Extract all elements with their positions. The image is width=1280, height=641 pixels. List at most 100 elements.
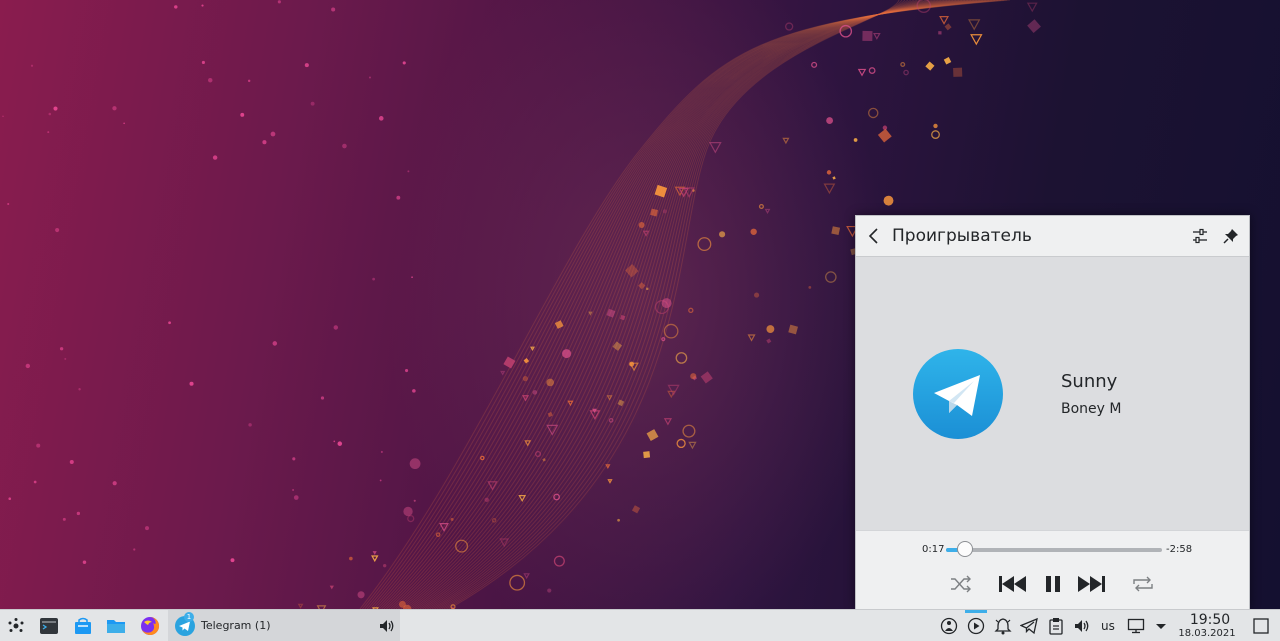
wallpaper-particle [638,222,645,229]
show-desktop-icon[interactable] [1252,617,1270,635]
wallpaper-sparkle [230,558,235,563]
wallpaper-particle [811,61,818,68]
wallpaper-particle [700,371,713,384]
wallpaper-particle [900,61,906,67]
wallpaper-particle [782,137,790,145]
wallpaper-particle [663,418,673,426]
wallpaper-particle [675,352,688,364]
wallpaper-sparkle [7,202,10,206]
wallpaper-particle [968,19,981,31]
wallpaper-particle [766,325,775,334]
wallpaper-particle [688,441,697,450]
clipboard-icon[interactable] [1047,617,1065,635]
wallpaper-particle [823,183,836,195]
wallpaper-particle [329,585,334,590]
settings-sliders-icon[interactable] [1191,227,1209,245]
pause-button[interactable] [1038,572,1068,596]
wallpaper-sparkle [368,76,371,79]
network-display-icon[interactable] [1127,617,1145,635]
seek-handle[interactable] [957,541,973,557]
wallpaper-sparkle [112,481,117,486]
track-title: Sunny [1061,371,1118,392]
wallpaper-particle [853,138,858,142]
wallpaper-particle [631,505,641,514]
keyboard-layout-indicator[interactable]: us [1101,619,1115,633]
update-notifier-icon[interactable] [940,617,958,635]
wallpaper-particle [371,555,379,563]
wallpaper-particle [970,34,983,46]
wallpaper-particle [933,123,938,129]
repeat-button[interactable] [1128,572,1158,596]
wallpaper-sparkle [331,7,336,12]
wallpaper-particle [676,438,686,449]
wallpaper-sparkle [201,4,204,7]
terminal-icon [40,618,58,634]
discover-store-icon [75,617,91,634]
wallpaper-particle [646,429,659,441]
clock-date: 18.03.2021 [1178,628,1236,639]
application-launcher-button[interactable] [5,615,27,637]
taskbar-launcher-system-settings[interactable] [38,615,60,637]
wallpaper-sparkle [69,460,74,465]
tray-expand-arrow-icon[interactable] [1152,617,1170,635]
wallpaper-particle [567,400,574,407]
wallpaper-particle [617,518,620,522]
shuffle-button[interactable] [946,572,976,596]
shuffle-icon [951,575,971,593]
wallpaper-sparkle [247,79,251,83]
wallpaper-particle [750,228,757,235]
taskbar-launcher-discover[interactable] [72,615,94,637]
wallpaper-sparkle [342,143,347,149]
wallpaper-particle [608,417,614,423]
wallpaper-sparkle [270,131,276,137]
back-arrow-icon[interactable] [864,226,884,246]
clock-time: 19:50 [1189,612,1231,628]
wallpaper-particle [409,458,421,470]
playback-controls: 0:17 -2:58 [856,530,1249,609]
wallpaper-particle [758,203,764,210]
taskbar-launcher-dolphin[interactable] [105,615,127,637]
wallpaper-sparkle [62,517,66,521]
taskbar-task-telegram[interactable]: 1 Telegram (1) [168,610,400,641]
wallpaper-particle [407,514,415,523]
telegram-tray-icon[interactable] [1020,617,1038,635]
notifications-bell-icon[interactable] [994,617,1012,635]
wallpaper-particle [708,142,722,154]
wallpaper-sparkle [380,450,383,453]
wallpaper-particle [372,551,377,555]
next-track-button[interactable] [1076,572,1106,596]
task-label: Telegram (1) [201,619,271,632]
wallpaper-sparkle [78,388,81,391]
audio-playing-icon[interactable] [378,617,396,635]
kde-launcher-icon [8,618,24,632]
wallpaper-sparkle [112,106,117,111]
pin-icon[interactable] [1222,227,1240,245]
wallpaper-particle [509,574,526,591]
volume-icon[interactable] [1073,617,1091,635]
wallpaper-sparkle [402,61,406,65]
media-player-popup: Проигрыватель Sunny Boney M 0:17 -2:58 [855,215,1250,609]
taskbar-launcher-firefox[interactable] [139,615,161,637]
wallpaper-sparkle [404,368,409,373]
seek-slider[interactable] [946,541,1162,557]
wallpaper-sparkle [8,497,12,501]
wallpaper-particle [873,32,881,40]
wallpaper-particle [606,395,613,401]
wallpaper-sparkle [248,423,252,427]
media-player-tray-icon[interactable] [967,617,985,635]
wallpaper-particle [605,464,611,469]
wallpaper-particle [719,231,726,238]
wallpaper-particle [953,67,963,77]
tray-active-indicator [965,610,987,613]
wallpaper-particle [620,314,626,321]
wallpaper-sparkle [379,479,382,482]
wallpaper-sparkle [82,560,87,565]
wallpaper-sparkle [372,277,376,281]
wallpaper-particle [547,588,552,593]
skip-forward-icon [1078,576,1105,592]
wallpaper-particle [766,338,772,344]
wallpaper-sparkle [59,347,64,351]
previous-track-button[interactable] [998,572,1028,596]
wallpaper-particle [398,600,406,608]
wallpaper-particle [357,591,365,599]
